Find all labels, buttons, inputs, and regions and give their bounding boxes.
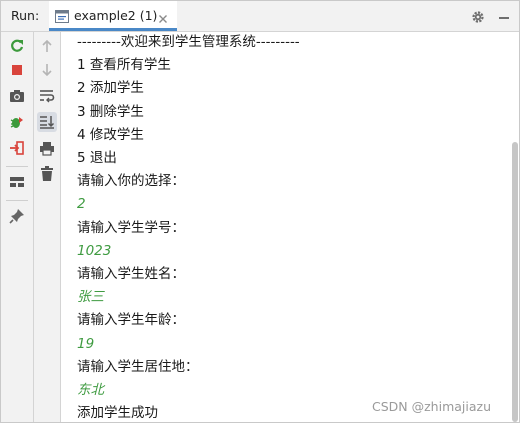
console-output-line: 请输入学生学号： [77,219,185,236]
stop-icon [11,64,23,76]
previous-occurrence-button[interactable] [37,36,57,56]
debug-bug-icon [9,114,25,130]
layout-icon [9,175,25,189]
print-button[interactable] [37,138,57,158]
console-toolbar-left [1,32,34,422]
console-input-line: 东北 [77,382,104,398]
console-output[interactable]: ---------欢迎来到学生管理系统--------- 1 查看所有学生 2 添加… [61,32,511,422]
exit-icon [9,140,25,156]
console-output-line: ---------欢迎来到学生管理系统--------- [77,34,300,50]
console-input-line: 19 [77,335,95,352]
console-input-line: 1023 [77,242,112,259]
pin-tab-button[interactable] [7,206,27,226]
arrow-down-icon [40,63,54,77]
minimize-icon[interactable] [497,9,511,23]
tab-label: example2 (1) [74,8,158,23]
console-tab-icon [55,8,69,23]
soft-wrap-button[interactable] [37,86,57,106]
console-output-line: 请输入你的选择： [77,173,185,190]
console-output-line: 2 添加学生 [77,80,144,97]
next-occurrence-button[interactable] [37,60,57,80]
console-output-line: 请输入学生年龄： [77,312,185,329]
rerun-icon [9,38,25,54]
watermark: CSDN @zhimajiazu [372,399,491,414]
console-input-line: 张三 [77,289,104,306]
toolbar-separator [6,166,28,167]
run-label: Run: [11,8,40,23]
console-toolbar-right [34,32,61,422]
run-tool-window: Run: example2 (1) ---------欢迎来到学生管理系统---… [0,0,520,423]
stop-button[interactable] [7,60,27,80]
console-output-line: 请输入学生居住地： [77,358,199,375]
rerun-button[interactable] [7,36,27,56]
pin-icon [9,208,25,224]
print-icon [39,141,55,156]
trash-icon [40,166,54,182]
console-output-line: 添加学生成功 [77,405,158,422]
clear-all-button[interactable] [37,164,57,184]
tab-example2[interactable]: example2 (1) [49,1,177,31]
gear-icon[interactable] [471,9,485,23]
close-icon[interactable] [158,9,168,23]
soft-wrap-icon [39,89,55,103]
scroll-to-end-icon [39,115,55,129]
toolbar-separator [6,200,28,201]
console-input-line: 2 [77,196,86,213]
console-output-line: 请输入学生姓名： [77,266,185,282]
scrollbar-thumb[interactable] [512,142,518,422]
tool-window-header: Run: example2 (1) [1,1,519,32]
console-output-line: 5 退出 [77,150,117,166]
exit-button[interactable] [7,138,27,158]
console-output-line: 1 查看所有学生 [77,57,171,74]
arrow-up-icon [40,39,54,53]
dump-threads-button[interactable] [7,86,27,106]
restore-layout-button[interactable] [7,172,27,192]
console-output-line: 3 删除学生 [77,103,144,120]
scroll-to-end-button[interactable] [37,112,57,132]
debug-button[interactable] [7,112,27,132]
console-output-line: 4 修改学生 [77,126,144,143]
camera-icon [9,89,25,103]
